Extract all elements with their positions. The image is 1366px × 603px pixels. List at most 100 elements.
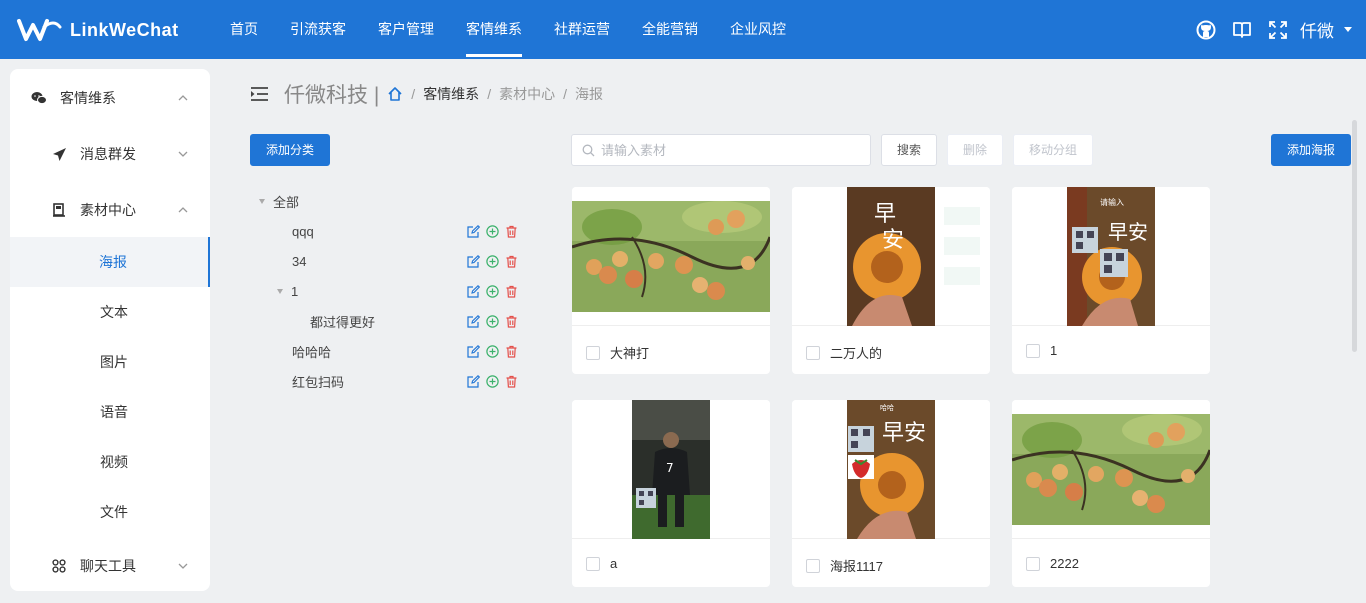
poster-text: 早安 <box>882 421 926 446</box>
delete-icon[interactable] <box>504 314 518 328</box>
main-nav: 首页 引流获客 客户管理 客情维系 社群运营 全能营销 企业风控 <box>214 0 802 59</box>
nav-relationship[interactable]: 客情维系 <box>450 0 538 59</box>
delete-button[interactable]: 删除 <box>947 134 1003 166</box>
delete-icon[interactable] <box>504 284 518 298</box>
delete-icon[interactable] <box>504 374 518 388</box>
menu-fold-icon[interactable] <box>250 86 270 102</box>
tree-node[interactable]: 1 <box>252 276 522 306</box>
tree-node[interactable]: 都过得更好 <box>252 306 522 336</box>
sidebar-item-poster[interactable]: 海报 <box>10 237 210 287</box>
delete-icon[interactable] <box>504 224 518 238</box>
caret-down-icon[interactable] <box>259 198 265 204</box>
scrollbar[interactable] <box>1352 120 1357 352</box>
fullscreen-icon[interactable] <box>1260 12 1296 48</box>
poster-text: 早安 <box>1108 220 1148 244</box>
nav-risk[interactable]: 企业风控 <box>714 0 802 59</box>
add-poster-button[interactable]: 添加海报 <box>1271 134 1351 166</box>
add-circle-icon[interactable] <box>485 254 499 268</box>
edit-icon[interactable] <box>466 224 480 238</box>
poster-card[interactable]: 7 a <box>572 400 770 587</box>
edit-icon[interactable] <box>466 254 480 268</box>
poster-card[interactable]: 哈哈 早安 海报1117 <box>792 400 990 587</box>
football-poster-image: 7 <box>632 400 710 539</box>
delete-icon[interactable] <box>504 344 518 358</box>
poster-card-footer: 海报1117 <box>806 556 883 575</box>
poster-thumbnail[interactable]: 哈哈 早安 <box>792 400 990 539</box>
chevron-down-icon <box>178 151 188 157</box>
select-checkbox[interactable] <box>586 345 600 360</box>
sidebar-item-text[interactable]: 文本 <box>10 287 210 337</box>
edit-icon[interactable] <box>466 284 480 298</box>
sidebar-group-relationship[interactable]: 客情维系 <box>10 73 210 123</box>
nav-home[interactable]: 首页 <box>214 0 274 59</box>
select-checkbox[interactable] <box>1026 343 1040 358</box>
add-circle-icon[interactable] <box>485 314 499 328</box>
add-circle-icon[interactable] <box>485 284 499 298</box>
delete-icon[interactable] <box>504 254 518 268</box>
poster-card[interactable]: 早 安 二万人的 <box>792 187 990 374</box>
select-checkbox[interactable] <box>586 556 600 571</box>
logo-icon <box>16 17 64 43</box>
sidebar-item-label: 聊天工具 <box>80 558 136 574</box>
tree-node[interactable]: 34 <box>252 246 522 276</box>
breadcrumb-item[interactable]: 素材中心 <box>499 84 555 104</box>
sidebar-item-voice[interactable]: 语音 <box>10 387 210 437</box>
search-box[interactable] <box>571 134 871 166</box>
send-icon <box>50 145 68 163</box>
poster-thumbnail[interactable]: 早 安 <box>792 187 990 326</box>
sidebar-group-label: 客情维系 <box>60 90 116 106</box>
top-header: LinkWeChat 首页 引流获客 客户管理 客情维系 社群运营 全能营销 企… <box>0 0 1366 59</box>
sidebar-item-material[interactable]: 素材中心 <box>10 185 210 235</box>
move-group-button[interactable]: 移动分组 <box>1013 134 1093 166</box>
poster-card[interactable]: 请输入 早安 1 <box>1012 187 1210 374</box>
brand-name: LinkWeChat <box>70 19 179 40</box>
sidebar-item-broadcast[interactable]: 消息群发 <box>10 129 210 179</box>
add-category-button[interactable]: 添加分类 <box>250 134 330 166</box>
docs-icon[interactable] <box>1224 12 1260 48</box>
tree-node[interactable]: 哈哈哈 <box>252 336 522 366</box>
edit-icon[interactable] <box>466 344 480 358</box>
poster-text: 安 <box>882 228 904 253</box>
add-circle-icon[interactable] <box>485 344 499 358</box>
tree-node[interactable]: 红包扫码 <box>252 366 522 396</box>
poster-card-footer: 二万人的 <box>806 343 882 362</box>
sidebar-item-chat-tools[interactable]: 聊天工具 <box>10 541 210 591</box>
fruit-branch-image <box>1012 414 1210 525</box>
select-checkbox[interactable] <box>806 345 820 360</box>
search-icon <box>582 144 595 157</box>
nav-traffic[interactable]: 引流获客 <box>274 0 362 59</box>
poster-thumbnail[interactable] <box>1012 400 1210 539</box>
poster-thumbnail[interactable] <box>572 187 770 326</box>
poster-thumbnail[interactable]: 请输入 早安 <box>1012 187 1210 326</box>
poster-title: 2222 <box>1050 556 1079 571</box>
user-menu[interactable]: 仟微 <box>1300 17 1352 42</box>
tree-node-label: 红包扫码 <box>292 374 345 390</box>
caret-down-icon[interactable] <box>277 288 283 294</box>
tree-node-actions <box>466 224 523 238</box>
poster-card-footer: 大神打 <box>586 343 649 362</box>
nav-customer[interactable]: 客户管理 <box>362 0 450 59</box>
brand-logo[interactable]: LinkWeChat <box>16 14 179 46</box>
breadcrumb-item[interactable]: 客情维系 <box>423 84 479 104</box>
poster-card[interactable]: 2222 <box>1012 400 1210 587</box>
tree-node[interactable]: qqq <box>252 216 522 246</box>
sidebar-item-image[interactable]: 图片 <box>10 337 210 387</box>
github-icon[interactable] <box>1188 12 1224 48</box>
nav-marketing[interactable]: 全能营销 <box>626 0 714 59</box>
add-circle-icon[interactable] <box>485 374 499 388</box>
sidebar-item-video[interactable]: 视频 <box>10 437 210 487</box>
select-checkbox[interactable] <box>1026 556 1040 571</box>
poster-thumbnail[interactable]: 7 <box>572 400 770 539</box>
select-checkbox[interactable] <box>806 558 820 573</box>
breadcrumb-separator: / <box>487 86 492 102</box>
search-button[interactable]: 搜索 <box>881 134 937 166</box>
nav-community[interactable]: 社群运营 <box>538 0 626 59</box>
add-circle-icon[interactable] <box>485 224 499 238</box>
edit-icon[interactable] <box>466 314 480 328</box>
sidebar-item-file[interactable]: 文件 <box>10 487 210 537</box>
search-input[interactable] <box>601 142 870 158</box>
poster-card[interactable]: 大神打 <box>572 187 770 374</box>
home-icon[interactable] <box>387 86 403 102</box>
tree-node-all[interactable]: 全部 <box>252 186 522 216</box>
edit-icon[interactable] <box>466 374 480 388</box>
